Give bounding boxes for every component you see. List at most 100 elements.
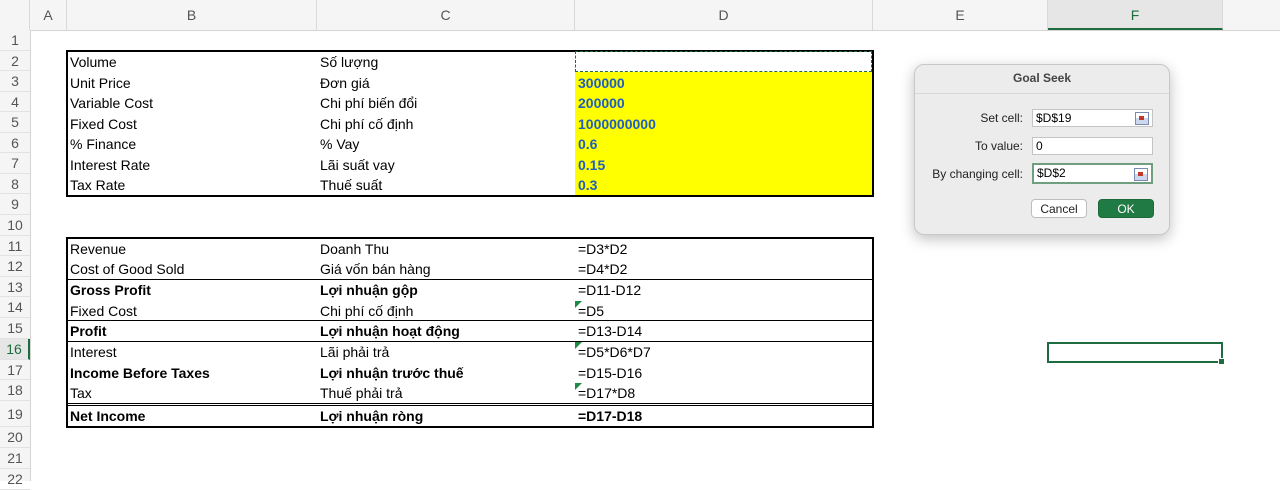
input-value-unit-price[interactable]: 300000 (578, 75, 625, 91)
row-header-15[interactable]: 15 (0, 318, 30, 339)
column-header-a[interactable]: A (30, 0, 67, 30)
column-header-bar: A B C D E F (0, 0, 1280, 31)
row-header-17[interactable]: 17 (0, 360, 30, 380)
row-header-10[interactable]: 10 (0, 215, 30, 236)
column-header-f[interactable]: F (1048, 0, 1223, 30)
row-header-21[interactable]: 21 (0, 448, 30, 469)
input-value-fixed-cost[interactable]: 1000000000 (578, 116, 656, 132)
income-label-gross-profit[interactable]: Gross Profit (70, 282, 151, 298)
select-all-corner[interactable] (0, 0, 30, 30)
income-label-gross-profit-vi[interactable]: Lợi nhuận gộp (320, 282, 418, 298)
income-label-net-income-vi[interactable]: Lợi nhuận ròng (320, 408, 423, 424)
income-formula-net-income[interactable]: =D17-D18 (578, 408, 642, 424)
input-label-finance-vi[interactable]: % Vay (320, 136, 359, 152)
income-label-cogs[interactable]: Cost of Good Sold (70, 261, 184, 277)
input-label-interest-rate-vi[interactable]: Lãi suất vay (320, 157, 395, 173)
row-header-14[interactable]: 14 (0, 297, 30, 318)
set-cell-label: Set cell: (980, 111, 1023, 125)
row-header-2[interactable]: 2 (0, 51, 30, 71)
income-label-fixed-cost-vi[interactable]: Chi phí cố định (320, 303, 413, 319)
row-header-8[interactable]: 8 (0, 174, 30, 194)
ok-button[interactable]: OK (1098, 199, 1154, 218)
column-header-c[interactable]: C (317, 0, 575, 30)
income-label-cogs-vi[interactable]: Giá vốn bán hàng (320, 261, 431, 277)
dialog-title: Goal Seek (1012, 71, 1072, 85)
row-header-7[interactable]: 7 (0, 153, 30, 174)
cancel-button[interactable]: Cancel (1031, 199, 1087, 218)
divider-gross-profit (66, 279, 874, 280)
volume-cell-copy-marquee[interactable] (575, 51, 872, 72)
input-label-fixed-cost-vi[interactable]: Chi phí cố định (320, 116, 413, 132)
input-label-unit-price-vi[interactable]: Đơn giá (320, 75, 370, 91)
input-label-tax-rate[interactable]: Tax Rate (70, 177, 125, 193)
input-value-interest-rate[interactable]: 0.15 (578, 157, 605, 173)
row-header-1[interactable]: 1 (0, 30, 30, 51)
input-value-tax-rate[interactable]: 0.3 (578, 177, 597, 193)
income-label-ibt-vi[interactable]: Lợi nhuận trước thuế (320, 365, 464, 381)
row-header-bar: 1 2 3 4 5 6 7 8 9 10 11 12 13 14 15 16 1… (0, 30, 31, 490)
inputs-table-border (66, 50, 874, 197)
income-table-border (66, 237, 874, 428)
changing-cell-input[interactable]: $D$2 (1032, 163, 1153, 184)
income-formula-interest[interactable]: =D5*D6*D7 (578, 344, 651, 360)
changing-cell-value: $D$2 (1037, 166, 1066, 180)
row-header-18[interactable]: 18 (0, 380, 30, 401)
divider-net-income (66, 403, 874, 406)
income-label-interest[interactable]: Interest (70, 344, 117, 360)
column-header-e[interactable]: E (873, 0, 1048, 30)
income-label-revenue-vi[interactable]: Doanh Thu (320, 241, 389, 257)
divider-profit (66, 320, 874, 321)
column-header-b[interactable]: B (67, 0, 317, 30)
row-header-5[interactable]: 5 (0, 112, 30, 133)
set-cell-value: $D$19 (1036, 111, 1072, 125)
row-header-22[interactable]: 22 (0, 469, 30, 490)
income-label-net-income[interactable]: Net Income (70, 408, 145, 424)
input-label-finance[interactable]: % Finance (70, 136, 136, 152)
dialog-title-divider (915, 93, 1169, 94)
input-label-variable-cost[interactable]: Variable Cost (70, 95, 153, 111)
row-header-11[interactable]: 11 (0, 236, 30, 256)
goal-seek-dialog: Goal Seek Set cell: $D$19 To value: 0 By… (914, 64, 1170, 235)
income-formula-fixed-cost[interactable]: =D5 (578, 303, 604, 319)
range-selector-icon[interactable] (1135, 112, 1149, 125)
row-header-20[interactable]: 20 (0, 427, 30, 448)
input-label-tax-rate-vi[interactable]: Thuế suất (320, 177, 382, 193)
input-label-interest-rate[interactable]: Interest Rate (70, 157, 150, 173)
income-label-fixed-cost[interactable]: Fixed Cost (70, 303, 137, 319)
row-header-6[interactable]: 6 (0, 133, 30, 153)
income-formula-ibt[interactable]: =D15-D16 (578, 365, 642, 381)
row-header-9[interactable]: 9 (0, 194, 30, 215)
income-formula-cogs[interactable]: =D4*D2 (578, 261, 627, 277)
income-formula-gross-profit[interactable]: =D11-D12 (578, 282, 641, 298)
income-formula-revenue[interactable]: =D3*D2 (578, 241, 627, 257)
row-header-19[interactable]: 19 (0, 401, 30, 427)
row-header-16[interactable]: 16 (0, 339, 30, 360)
income-formula-profit[interactable]: =D13-D14 (578, 323, 642, 339)
income-label-profit[interactable]: Profit (70, 323, 107, 339)
input-label-variable-cost-vi[interactable]: Chi phí biến đổi (320, 95, 417, 111)
input-label-fixed-cost[interactable]: Fixed Cost (70, 116, 137, 132)
set-cell-input[interactable]: $D$19 (1032, 109, 1153, 127)
income-label-ibt[interactable]: Income Before Taxes (70, 365, 210, 381)
column-header-d[interactable]: D (575, 0, 873, 30)
income-formula-tax[interactable]: =D17*D8 (578, 385, 635, 401)
income-label-interest-vi[interactable]: Lãi phải trả (320, 344, 389, 360)
row-header-3[interactable]: 3 (0, 71, 30, 92)
income-label-profit-vi[interactable]: Lợi nhuận hoạt động (320, 323, 460, 339)
input-label-unit-price[interactable]: Unit Price (70, 75, 131, 91)
input-value-finance[interactable]: 0.6 (578, 136, 597, 152)
input-label-volume[interactable]: Volume (70, 54, 117, 70)
income-label-tax-vi[interactable]: Thuế phải trả (320, 385, 403, 401)
divider-interest (66, 341, 874, 342)
active-cell-selection[interactable] (1047, 342, 1225, 365)
input-value-variable-cost[interactable]: 200000 (578, 95, 625, 111)
changing-cell-label: By changing cell: (932, 167, 1023, 181)
row-header-4[interactable]: 4 (0, 92, 30, 112)
income-label-tax[interactable]: Tax (70, 385, 92, 401)
range-selector-icon[interactable] (1134, 168, 1148, 181)
input-label-volume-vi[interactable]: Số lượng (320, 54, 378, 70)
row-header-12[interactable]: 12 (0, 256, 30, 277)
row-header-13[interactable]: 13 (0, 277, 30, 297)
income-label-revenue[interactable]: Revenue (70, 241, 126, 257)
to-value-input[interactable]: 0 (1032, 137, 1153, 155)
